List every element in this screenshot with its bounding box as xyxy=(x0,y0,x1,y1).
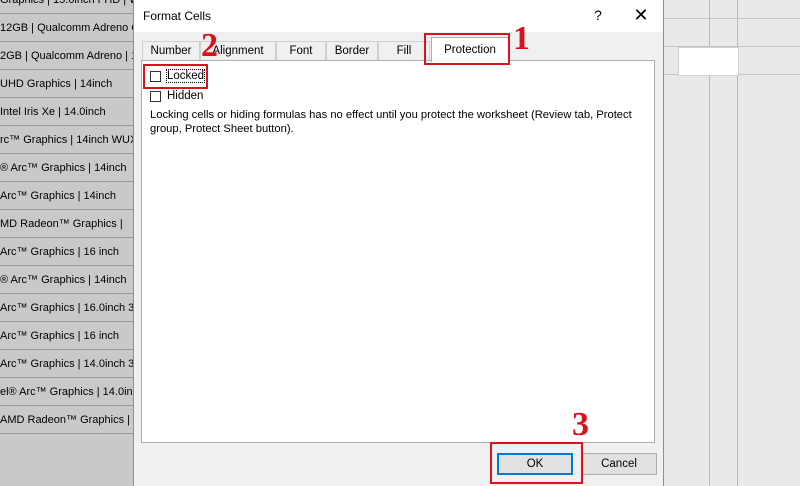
hidden-label[interactable]: Hidden xyxy=(167,90,203,102)
annotation-step-2: 2 xyxy=(201,27,218,64)
tab-font[interactable]: Font xyxy=(276,41,326,61)
annotation-step-3: 3 xyxy=(572,406,589,443)
spreadsheet-cell[interactable]: ® Arc™ Graphics | 14inch xyxy=(0,266,136,294)
selected-cell[interactable] xyxy=(678,47,739,76)
close-icon[interactable]: ✕ xyxy=(628,3,654,27)
spreadsheet-cell[interactable]: rc™ Graphics | 14inch WUXG xyxy=(0,126,136,154)
spreadsheet-cell[interactable]: UHD Graphics | 14inch xyxy=(0,70,136,98)
spreadsheet-cell[interactable]: MD Radeon™ Graphics | xyxy=(0,210,136,238)
protection-panel: Locked Hidden Locking cells or hiding fo… xyxy=(141,60,655,443)
help-button[interactable]: ? xyxy=(586,4,610,26)
annotation-box-locked xyxy=(143,64,208,89)
annotation-step-1: 1 xyxy=(513,20,530,57)
spreadsheet-cell[interactable]: Arc™ Graphics | 16.0inch 3K xyxy=(0,294,136,322)
spreadsheet-cell[interactable]: ® Arc™ Graphics | 14inch xyxy=(0,154,136,182)
grid-line xyxy=(664,18,800,19)
spreadsheet-cell[interactable]: el® Arc™ Graphics | 14.0inch xyxy=(0,378,136,406)
tab-border[interactable]: Border xyxy=(326,41,378,61)
cancel-button[interactable]: Cancel xyxy=(581,453,657,475)
spreadsheet-cell[interactable]: 2GB | Qualcomm Adreno | 14 xyxy=(0,42,136,70)
protection-note: Locking cells or hiding formulas has no … xyxy=(150,109,632,135)
spreadsheet-cell[interactable]: Arc™ Graphics | 16 inch xyxy=(0,322,136,350)
spreadsheet-cell[interactable]: Arc™ Graphics | 14inch xyxy=(0,182,136,210)
dialog-title: Format Cells xyxy=(143,9,212,23)
tab-fill[interactable]: Fill xyxy=(378,41,430,61)
annotation-box-ok xyxy=(490,442,583,484)
tab-number[interactable]: Number xyxy=(142,41,200,61)
spreadsheet-column-left: Graphics | 15.6inch FHD | Wi 12GB | Qualc… xyxy=(0,0,136,486)
spreadsheet-cell[interactable]: 12GB | Qualcomm Adreno Gl xyxy=(0,14,136,42)
spreadsheet-cell[interactable]: Intel Iris Xe | 14.0inch xyxy=(0,98,136,126)
spreadsheet-cell[interactable]: Arc™ Graphics | 14.0inch 3K xyxy=(0,350,136,378)
spreadsheet-cell[interactable]: Graphics | 15.6inch FHD | Wi xyxy=(0,0,136,14)
spreadsheet-cell[interactable]: Arc™ Graphics | 16 inch xyxy=(0,238,136,266)
spreadsheet-cell[interactable]: AMD Radeon™ Graphics | xyxy=(0,406,136,434)
hidden-checkbox[interactable] xyxy=(150,91,161,102)
annotation-box-protection-tab xyxy=(424,33,510,65)
